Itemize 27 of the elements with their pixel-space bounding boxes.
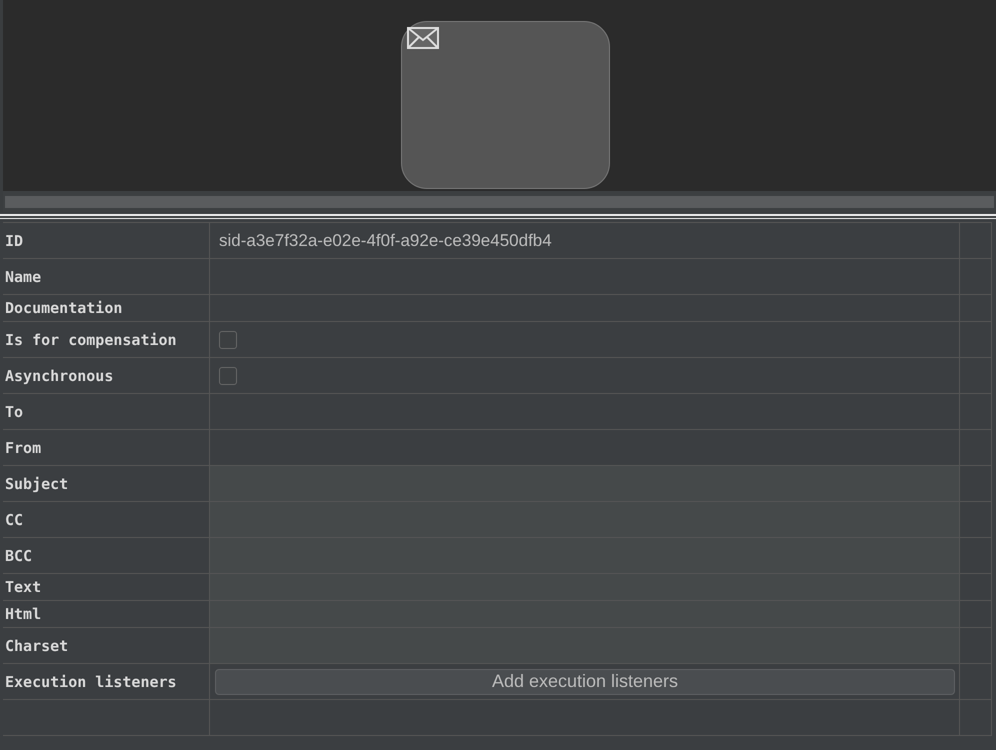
checkbox[interactable] <box>219 366 237 384</box>
property-label: Text <box>5 578 42 596</box>
property-label: To <box>5 402 24 420</box>
text-area[interactable] <box>210 466 960 501</box>
property-label: Subject <box>5 474 68 492</box>
property-label: BCC <box>5 546 32 564</box>
property-label: Is for compensation <box>5 330 177 348</box>
property-label: ID <box>5 232 24 250</box>
property-label: CC <box>5 510 24 528</box>
checkbox[interactable] <box>219 330 237 348</box>
text-area[interactable] <box>210 502 960 537</box>
text-area[interactable] <box>210 538 960 573</box>
task-node[interactable] <box>401 21 610 189</box>
add-listeners-button[interactable]: Add execution listeners <box>215 668 955 694</box>
property-label: Execution listeners <box>5 672 177 690</box>
property-label: Name <box>5 268 42 286</box>
scrollbar-thumb[interactable] <box>5 196 994 208</box>
property-label: Asynchronous <box>5 366 114 384</box>
text-area[interactable] <box>210 574 960 600</box>
envelope-icon <box>407 27 439 49</box>
property-label: Charset <box>5 636 68 654</box>
text-area[interactable] <box>210 628 960 663</box>
text-area[interactable] <box>210 601 960 627</box>
property-label: Html <box>5 605 42 623</box>
property-value: sid-a3e7f32a-e02e-4f0f-a92e-ce39e450dfb4 <box>219 230 552 250</box>
property-label: Documentation <box>5 299 122 317</box>
property-label: From <box>5 438 42 456</box>
